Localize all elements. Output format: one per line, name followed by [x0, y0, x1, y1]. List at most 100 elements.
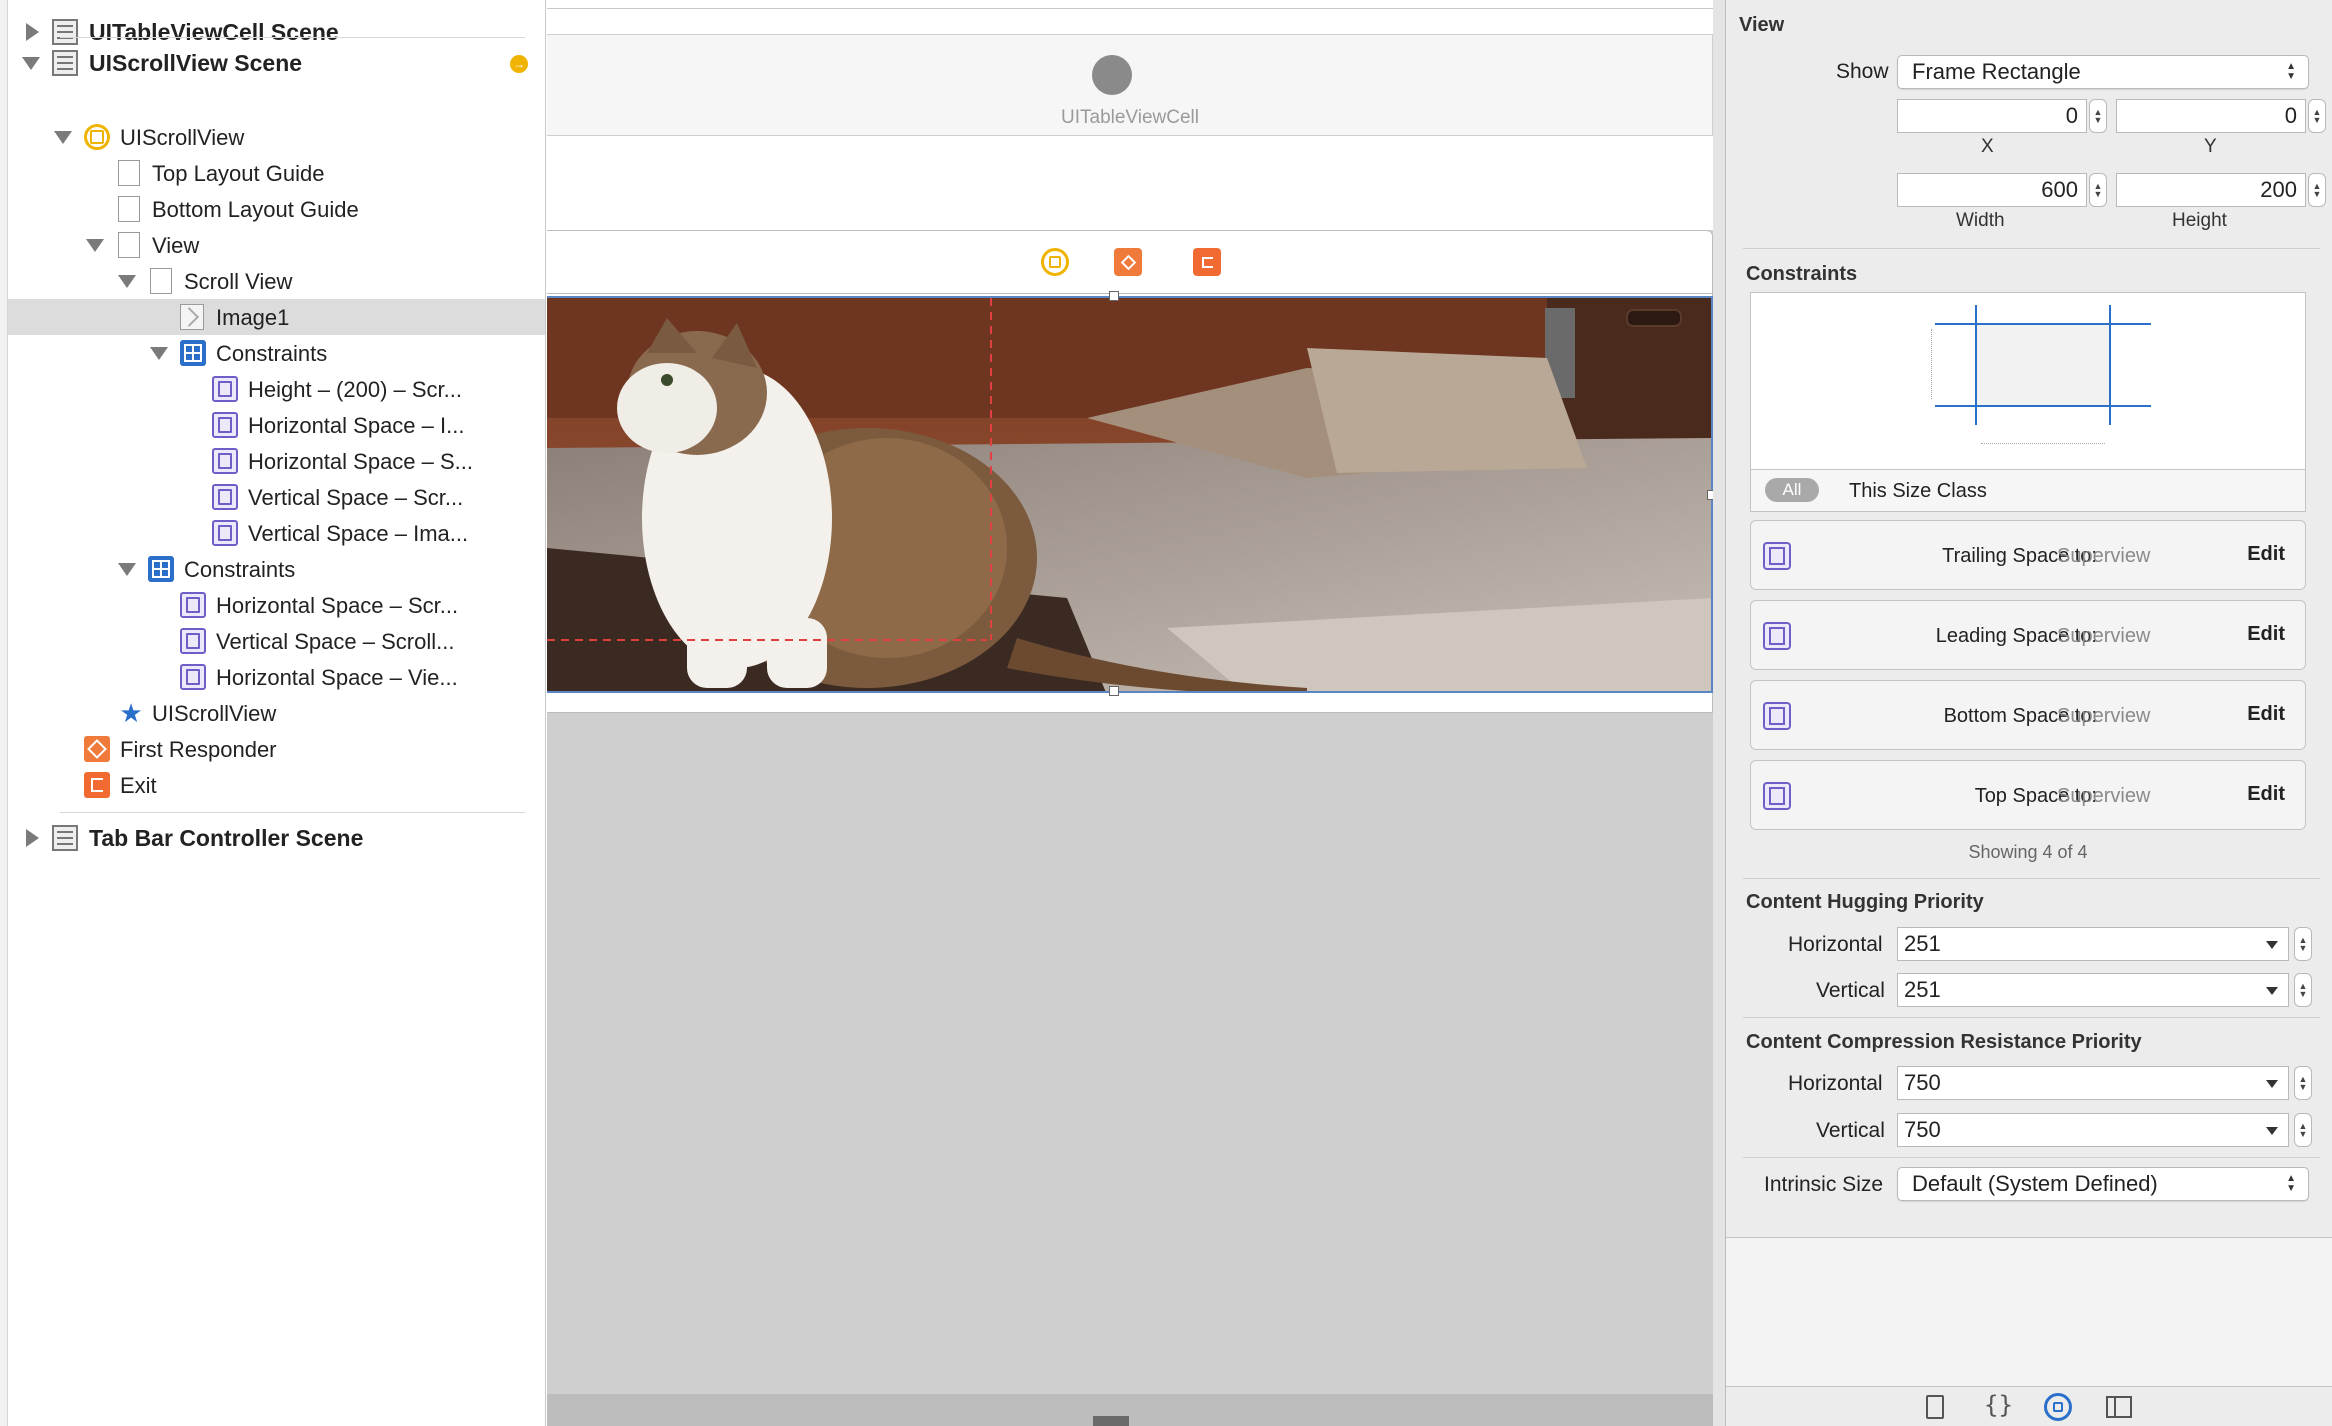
y-stepper[interactable]: ▲ ▼ [2308, 99, 2326, 133]
show-popup[interactable]: Frame Rectangle ▲ ▼ [1897, 55, 2309, 89]
constraint-card-leading[interactable]: Leading Space to: Superview Edit [1750, 600, 2306, 670]
compression-vertical-combo[interactable]: 750 [1897, 1113, 2289, 1147]
outline-row-constraint[interactable]: Vertical Space – Ima... [8, 515, 545, 551]
outline-row-exit[interactable]: Exit [8, 767, 545, 803]
canvas-bottom-bar [547, 1394, 1713, 1426]
resize-handle-bottom[interactable] [1109, 686, 1119, 696]
outline-row-constraint[interactable]: Horizontal Space – Vie... [8, 659, 545, 695]
height-stepper[interactable]: ▲ ▼ [2308, 173, 2326, 207]
outline-row-constraint[interactable]: Vertical Space – Scr... [8, 479, 545, 515]
hugging-vertical-stepper[interactable]: ▲ ▼ [2294, 973, 2312, 1007]
outline-row-constraint[interactable]: Height – (200) – Scr... [8, 371, 545, 407]
dropdown-arrow-icon[interactable] [2266, 1127, 2278, 1135]
all-size-class-toggle[interactable]: All [1765, 478, 1819, 502]
width-field[interactable]: 600 [1897, 173, 2087, 207]
storyboard-canvas[interactable]: UITableViewCell [547, 0, 1725, 1426]
view-box [1975, 323, 2111, 407]
hugging-horizontal-value: 251 [1904, 931, 1941, 956]
outline-label: UIScrollView Scene [89, 50, 303, 76]
constraint-card-bottom[interactable]: Bottom Space to: Superview Edit [1750, 680, 2306, 750]
disclosure-down-icon[interactable] [118, 563, 136, 576]
outline-row-controller[interactable]: UIScrollView [8, 119, 545, 155]
outline-row-storyboard-entry[interactable]: ★ UIScrollView [8, 695, 545, 731]
disclosure-right-icon[interactable] [26, 23, 39, 41]
outline-row-constraint[interactable]: Vertical Space – Scroll... [8, 623, 545, 659]
constraints-diagram[interactable] [1750, 292, 2306, 470]
outline-row-scrollview-scene[interactable]: UIScrollView Scene → [8, 45, 545, 81]
outline-row-top-layout-guide[interactable]: Top Layout Guide [8, 155, 545, 191]
outline-label: Image1 [216, 305, 290, 330]
section-title: View [1739, 14, 1785, 36]
outline-label: Height – (200) – Scr... [248, 377, 462, 402]
outline-row-bottom-layout-guide[interactable]: Bottom Layout Guide [8, 191, 545, 227]
intrinsic-size-label: Intrinsic Size [1764, 1173, 1884, 1196]
edit-button[interactable]: Edit [2247, 543, 2285, 566]
hugging-vertical-value: 251 [1904, 977, 1941, 1002]
library-tab-bar: {} [1726, 1386, 2332, 1426]
edit-button[interactable]: Edit [2247, 623, 2285, 646]
image1-view[interactable] [547, 296, 1713, 693]
hugging-vertical-combo[interactable]: 251 [1897, 973, 2289, 1007]
disclosure-down-icon[interactable] [150, 347, 168, 360]
x-value: 0 [2065, 103, 2078, 128]
outline-row-tabbar-scene[interactable]: Tab Bar Controller Scene [8, 820, 545, 856]
view-controller-dock-icon[interactable] [1041, 248, 1069, 276]
dropdown-arrow-icon[interactable] [2266, 941, 2278, 949]
divider [60, 812, 525, 813]
edit-button[interactable]: Edit [2247, 783, 2285, 806]
size-inspector: View Show Frame Rectangle ▲ ▼ 0 ▲ ▼ 0 ▲ ▼ X… [1725, 0, 2332, 1426]
hugging-horizontal-combo[interactable]: 251 [1897, 927, 2289, 961]
outline-row-view[interactable]: View [8, 227, 545, 263]
compression-horizontal-combo[interactable]: 750 [1897, 1066, 2289, 1100]
outline-row-constraint[interactable]: Horizontal Space – S... [8, 443, 545, 479]
file-icon[interactable] [1926, 1395, 1944, 1419]
scene-icon [52, 50, 78, 76]
outline-label: Constraints [184, 557, 296, 582]
constraint-card-trailing[interactable]: Trailing Space to: Superview Edit [1750, 520, 2306, 590]
show-popup-value: Frame Rectangle [1912, 59, 2081, 84]
intrinsic-size-popup[interactable]: Default (System Defined) ▲ ▼ [1897, 1167, 2309, 1201]
table-view-cell[interactable]: UITableViewCell [547, 34, 1713, 136]
document-outline: UITableViewCell Scene UIScrollView Scene… [0, 0, 546, 1426]
outline-label: Horizontal Space – Vie... [216, 665, 458, 690]
attributes-icon[interactable] [2044, 1393, 2072, 1421]
canvas-scroll-track[interactable] [1713, 0, 1725, 1426]
compression-horizontal-stepper[interactable]: ▲ ▼ [2294, 1066, 2312, 1100]
height-field[interactable]: 200 [2116, 173, 2306, 207]
outline-row-constraints[interactable]: Constraints [8, 551, 545, 587]
first-responder-dock-icon[interactable] [1114, 248, 1142, 276]
outline-row-constraints[interactable]: Constraints [8, 335, 545, 371]
resize-handle-top[interactable] [1109, 291, 1119, 301]
y-field[interactable]: 0 [2116, 99, 2306, 133]
outline-row-first-responder[interactable]: First Responder [8, 731, 545, 767]
outline-row-constraint[interactable]: Horizontal Space – I... [8, 407, 545, 443]
disclosure-down-icon[interactable] [22, 57, 40, 70]
size-ruler-icon[interactable] [2106, 1396, 2132, 1418]
braces-icon[interactable]: {} [1984, 1391, 2013, 1419]
dropdown-arrow-icon[interactable] [2266, 987, 2278, 995]
x-stepper[interactable]: ▲ ▼ [2089, 99, 2107, 133]
exit-dock-icon[interactable] [1193, 248, 1221, 276]
outline-row-image1[interactable]: Image1 [8, 299, 545, 335]
disclosure-down-icon[interactable] [86, 239, 104, 252]
dropdown-arrow-icon[interactable] [2266, 1080, 2278, 1088]
disclosure-down-icon[interactable] [54, 131, 72, 144]
width-stepper[interactable]: ▲ ▼ [2089, 173, 2107, 207]
outline-row-constraint[interactable]: Horizontal Space – Scr... [8, 587, 545, 623]
constraint-icon [180, 628, 206, 654]
hugging-horizontal-stepper[interactable]: ▲ ▼ [2294, 927, 2312, 961]
constraint-card-target: Superview [2057, 705, 2151, 727]
edit-button[interactable]: Edit [2247, 703, 2285, 726]
outline-row-scroll-view[interactable]: Scroll View [8, 263, 545, 299]
y-value: 0 [2284, 103, 2297, 128]
compression-vertical-stepper[interactable]: ▲ ▼ [2294, 1113, 2312, 1147]
warning-arrow-icon[interactable]: → [510, 55, 528, 73]
disclosure-down-icon[interactable] [118, 275, 136, 288]
scroll-view-icon [150, 268, 172, 294]
constraint-card-top[interactable]: Top Space to: Superview Edit [1750, 760, 2306, 830]
resize-grip-icon[interactable] [1093, 1416, 1129, 1426]
disclosure-right-icon[interactable] [26, 829, 39, 847]
x-field[interactable]: 0 [1897, 99, 2087, 133]
outline-label: Horizontal Space – Scr... [216, 593, 459, 618]
updown-chevron-icon: ▲ ▼ [2286, 61, 2296, 82]
